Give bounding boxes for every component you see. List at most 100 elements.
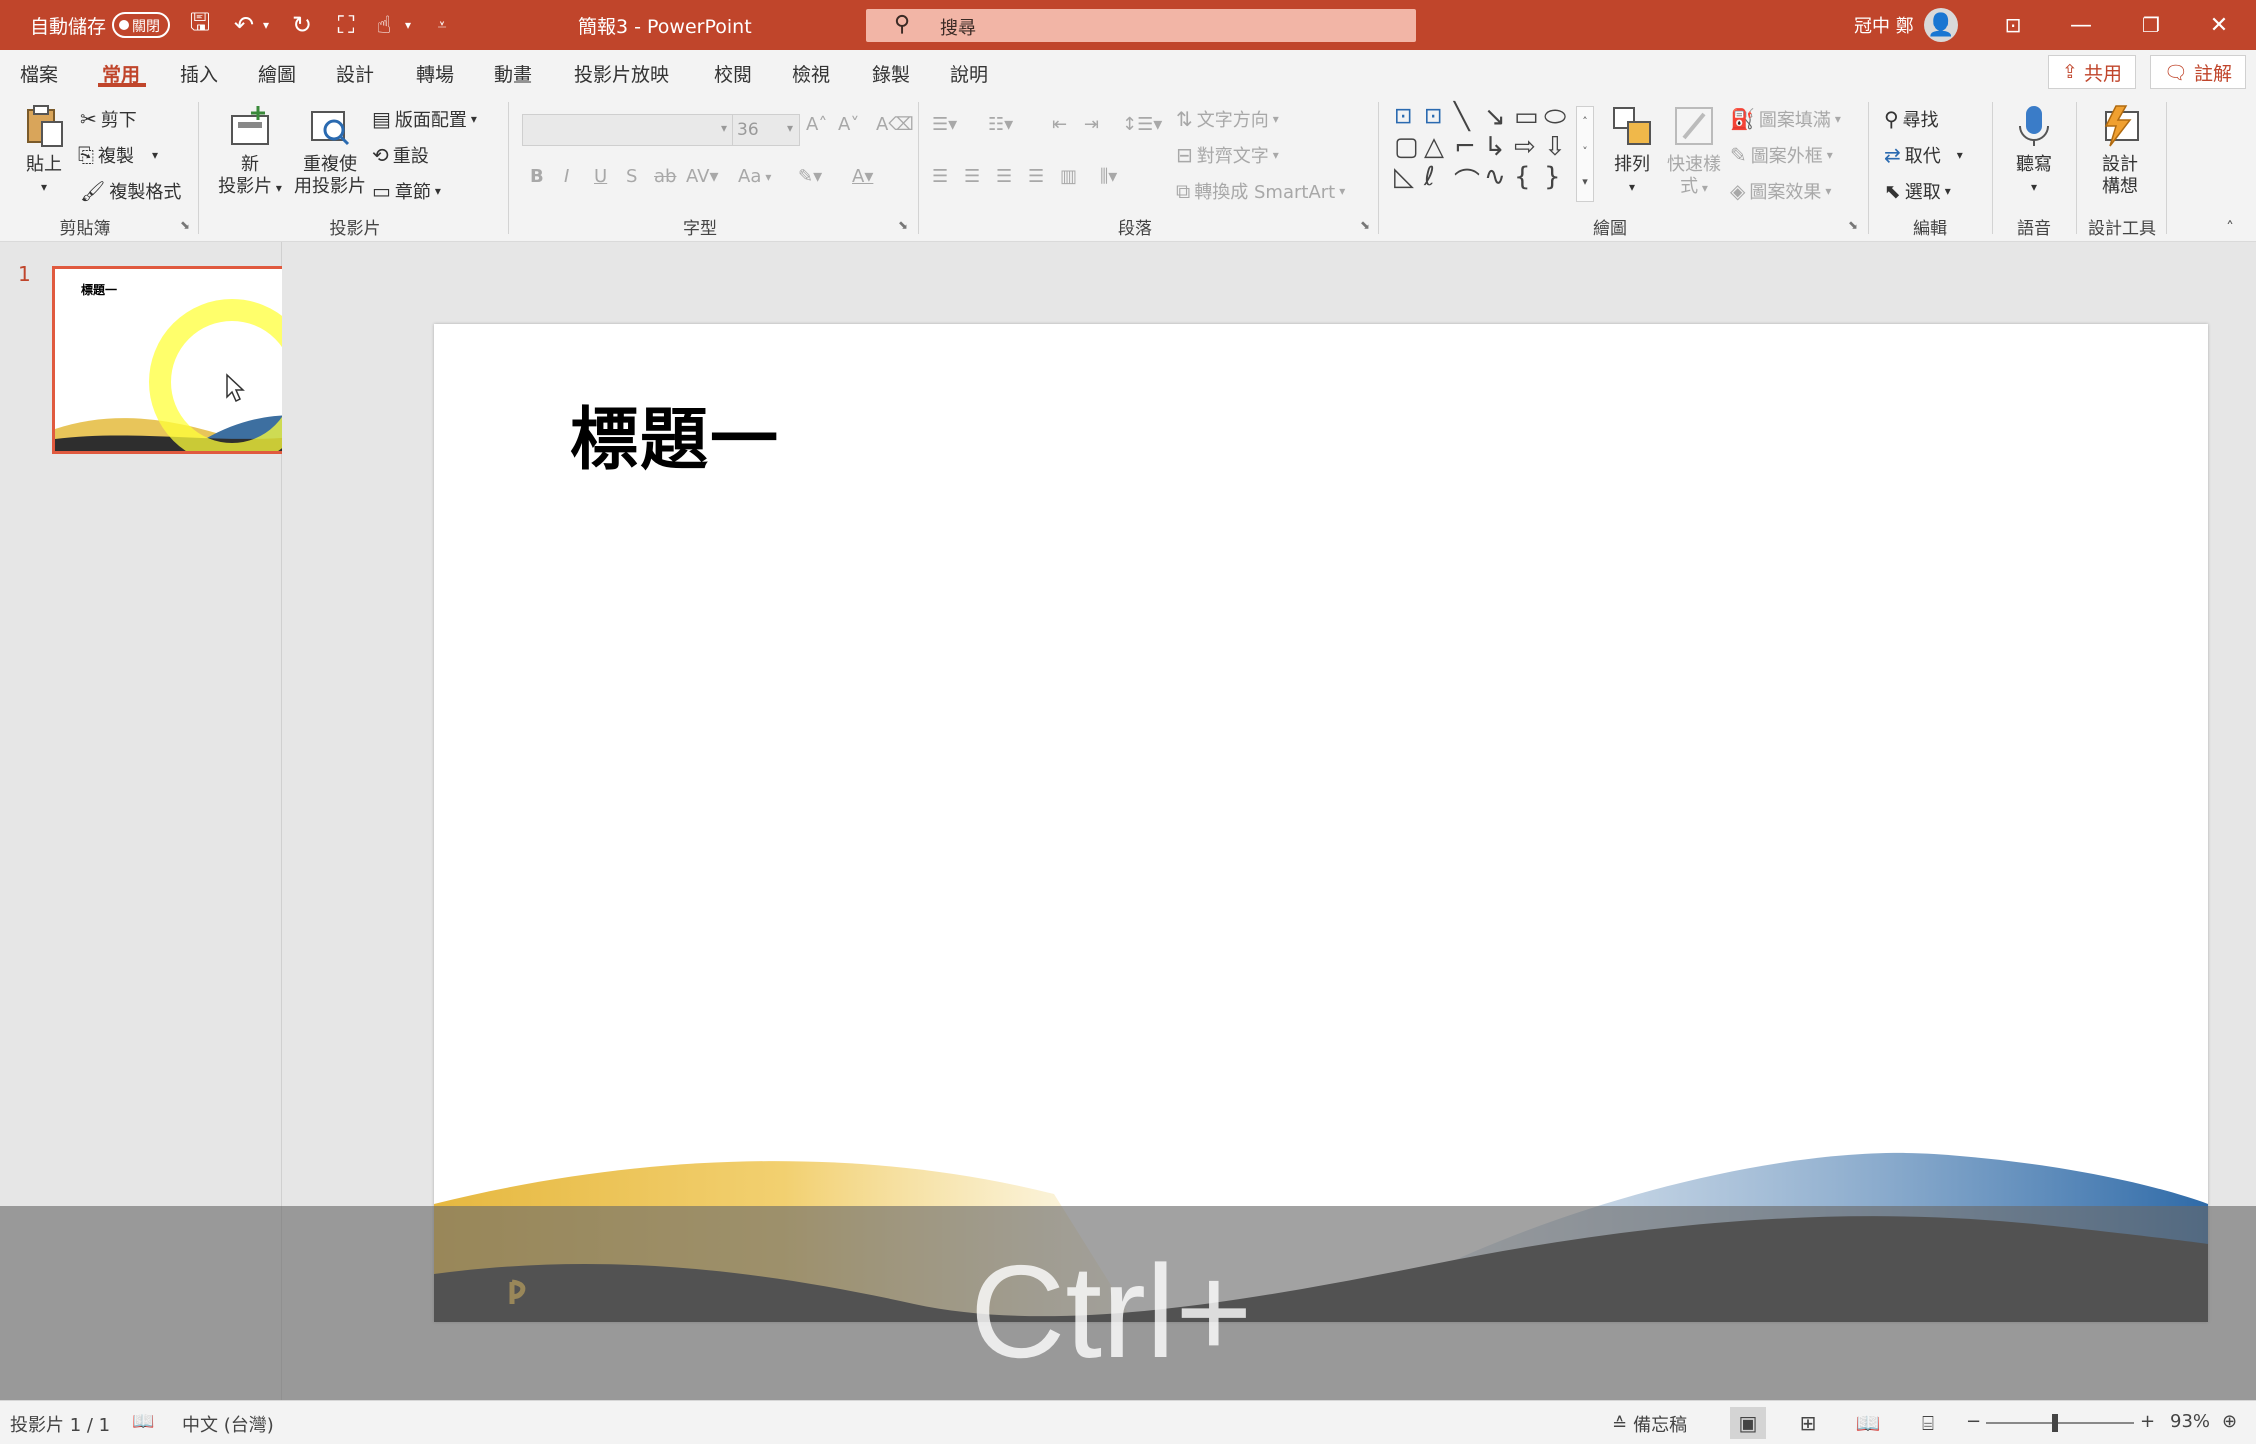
zoom-out-icon[interactable]: − [1966, 1411, 1981, 1432]
vertical-text-box-icon[interactable]: ⊡ [1424, 104, 1442, 129]
arrange-dropdown-icon[interactable]: ▾ [1604, 176, 1660, 198]
autosave-toggle[interactable]: 關閉 [112, 12, 170, 38]
shapes-gallery[interactable]: ⊡ ⊡ ╲ ↘ ▭ ⬭ ▢ △ ⌐ ↳ ⇨ ⇩ ◺ ℓ ⌒ ∿ { } [1390, 102, 1576, 202]
select-dropdown-icon[interactable]: ▾ [1945, 184, 1951, 198]
new-slide-button[interactable]: 新 投影片 ▾ [212, 104, 288, 199]
reset-button[interactable]: ⟲ 重設 [372, 142, 429, 168]
italic-icon[interactable]: I [564, 166, 569, 187]
select-button[interactable]: ⬉ 選取 ▾ [1884, 178, 1951, 204]
underline-icon[interactable]: U [594, 166, 607, 187]
justify-icon[interactable]: ☰ [1028, 166, 1044, 187]
change-case-dropdown-icon[interactable]: ▾ [765, 170, 771, 184]
scroll-down-icon[interactable]: ˅ [1577, 137, 1593, 167]
more-shapes-icon[interactable]: ▾ [1577, 167, 1593, 197]
font-name-combobox[interactable]: ▾ [522, 114, 734, 146]
undo-dropdown-icon[interactable]: ▾ [256, 0, 276, 50]
slide-sorter-icon[interactable]: ⊞ [1790, 1407, 1826, 1439]
shrink-font-icon[interactable]: A˅ [838, 114, 859, 135]
notes-button[interactable]: ≙ 備忘稿 [1612, 1411, 1687, 1437]
freeform-icon[interactable]: ◺ [1394, 162, 1414, 192]
reuse-slides-button[interactable]: 重複使 用投影片 [292, 104, 368, 198]
present-icon[interactable]: ⛶ [328, 0, 364, 50]
design-ideas-button[interactable]: 設計 構想 [2088, 104, 2152, 198]
new-slide-dropdown-icon[interactable]: ▾ [272, 181, 282, 195]
distributed-icon[interactable]: ▥ [1060, 166, 1077, 187]
smartart-dropdown-icon[interactable]: ▾ [1339, 184, 1345, 198]
comments-button[interactable]: 🗨 註解 [2150, 55, 2246, 89]
user-name[interactable]: 冠中 鄭 [1854, 0, 1914, 50]
section-dropdown-icon[interactable]: ▾ [435, 184, 441, 198]
align-left-icon[interactable]: ☰ [932, 166, 948, 187]
zoom-slider[interactable] [1986, 1422, 2134, 1424]
font-size-combobox[interactable]: 36 ▾ [732, 114, 800, 146]
line-icon[interactable]: ╲ [1454, 102, 1470, 132]
text-shadow-icon[interactable]: S [626, 166, 637, 187]
strikethrough-icon[interactable]: ab [654, 166, 676, 187]
text-box-icon[interactable]: ⊡ [1394, 104, 1412, 129]
tab-record[interactable]: 錄製 [872, 60, 910, 87]
grow-font-icon[interactable]: A˄ [806, 114, 827, 135]
font-launcher-icon[interactable]: ⬊ [898, 218, 908, 232]
paragraph-launcher-icon[interactable]: ⬊ [1360, 218, 1370, 232]
share-button[interactable]: ⇪ 共用 [2048, 55, 2136, 89]
tab-animations[interactable]: 動畫 [494, 60, 532, 87]
touch-mode-icon[interactable]: ☝ [366, 0, 402, 50]
change-case-button[interactable]: Aa ▾ [738, 166, 771, 187]
line-spacing-icon[interactable]: ↕☰▾ [1122, 114, 1162, 135]
oval-icon[interactable]: ⬭ [1544, 102, 1566, 133]
tab-slideshow[interactable]: 投影片放映 [574, 60, 669, 87]
normal-view-icon[interactable]: ▣ [1730, 1407, 1766, 1439]
save-icon[interactable]: 🖫 [182, 0, 218, 50]
right-brace-icon[interactable]: } [1544, 162, 1561, 192]
convert-smartart-button[interactable]: ⧉ 轉換成 SmartArt ▾ [1176, 178, 1345, 204]
arrow-line-icon[interactable]: ↘ [1484, 102, 1506, 132]
paste-button[interactable]: 貼上 ▾ [18, 104, 70, 198]
replace-dropdown-icon[interactable]: ▾ [1957, 148, 1963, 162]
bullets-icon[interactable]: ☰▾ [932, 114, 957, 135]
curve-icon[interactable]: ∿ [1484, 162, 1506, 192]
slide-counter[interactable]: 投影片 1 / 1 [10, 1411, 110, 1437]
section-button[interactable]: ▭ 章節 ▾ [372, 178, 441, 204]
align-text-button[interactable]: ⊟ 對齊文字 ▾ [1176, 142, 1279, 168]
tab-insert[interactable]: 插入 [180, 60, 218, 87]
reading-view-icon[interactable]: 📖 [1850, 1407, 1886, 1439]
tab-review[interactable]: 校閱 [714, 60, 752, 87]
format-painter-button[interactable]: 🖌 複製格式 [80, 178, 181, 204]
copy-dropdown-icon[interactable]: ▾ [152, 148, 158, 162]
ribbon-display-icon[interactable]: ⊡ [1980, 0, 2046, 50]
shape-fill-button[interactable]: ⛽ 圖案填滿 ▾ [1730, 106, 1841, 132]
arc-icon[interactable]: ⌒ [1454, 162, 1480, 199]
tab-file[interactable]: 檔案 [20, 60, 58, 87]
collapse-ribbon-icon[interactable]: ˄ [2226, 218, 2234, 237]
shape-effects-dropdown-icon[interactable]: ▾ [1825, 184, 1831, 198]
rectangle-icon[interactable]: ▭ [1514, 102, 1539, 132]
dictate-dropdown-icon[interactable]: ▾ [2004, 176, 2064, 198]
tab-transitions[interactable]: 轉場 [416, 60, 454, 87]
avatar[interactable]: 👤 [1924, 8, 1958, 42]
accessibility-icon[interactable]: 📖 [132, 1411, 154, 1432]
highlight-icon[interactable]: ✎▾ [798, 166, 822, 187]
redo-icon[interactable]: ↻ [284, 0, 320, 50]
layout-dropdown-icon[interactable]: ▾ [471, 112, 477, 126]
decrease-indent-icon[interactable]: ⇤ [1052, 114, 1067, 135]
dictate-button[interactable]: 聽寫 ▾ [2004, 104, 2064, 198]
zoom-slider-thumb[interactable] [2052, 1414, 2058, 1432]
font-size-dropdown-icon[interactable]: ▾ [787, 121, 793, 135]
tab-help[interactable]: 說明 [950, 60, 988, 87]
paste-dropdown-icon[interactable]: ▾ [18, 176, 70, 198]
tab-view[interactable]: 檢視 [792, 60, 830, 87]
tab-design[interactable]: 設計 [336, 60, 374, 87]
copy-button[interactable]: ⎘ 複製 ▾ [78, 142, 158, 168]
drawing-launcher-icon[interactable]: ⬊ [1848, 218, 1858, 232]
align-right-icon[interactable]: ☰ [996, 166, 1012, 187]
text-direction-button[interactable]: ⇅ 文字方向 ▾ [1176, 106, 1279, 132]
shape-outline-button[interactable]: ✎ 圖案外框 ▾ [1730, 142, 1833, 168]
increase-indent-icon[interactable]: ⇥ [1084, 114, 1099, 135]
scroll-up-icon[interactable]: ˄ [1577, 107, 1593, 137]
cut-button[interactable]: ✂ 剪下 [80, 106, 137, 132]
text-direction-dropdown-icon[interactable]: ▾ [1273, 112, 1279, 126]
zoom-in-icon[interactable]: + [2140, 1411, 2155, 1432]
replace-button[interactable]: ⇄ 取代 ▾ [1884, 142, 1963, 168]
scribble-icon[interactable]: ℓ [1424, 162, 1435, 192]
restore-icon[interactable]: ❐ [2118, 0, 2184, 50]
